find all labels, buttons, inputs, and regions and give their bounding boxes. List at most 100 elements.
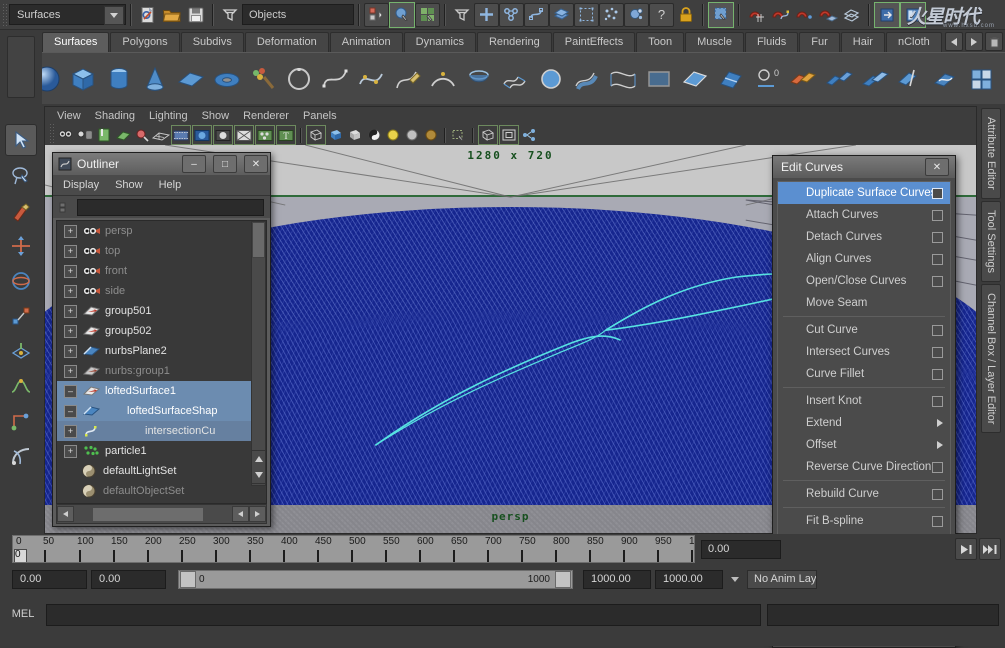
gate-mask-icon[interactable] — [213, 125, 233, 145]
save-scene-icon[interactable] — [184, 3, 208, 27]
smooth-shade-all-icon[interactable] — [327, 126, 345, 144]
anim-start-time-field[interactable]: 0.00 — [12, 570, 87, 589]
option-box-icon[interactable] — [932, 516, 943, 527]
outliner-row-side[interactable]: + side — [57, 281, 266, 301]
outliner-row-loftedsurface1[interactable]: – loftedSurface1 — [57, 381, 266, 401]
last-tool-used[interactable] — [6, 441, 36, 471]
smooth-shade-selected-icon[interactable] — [346, 126, 364, 144]
menu-item-duplicate-surface-curves[interactable]: Duplicate Surface Curves — [778, 182, 950, 204]
option-box-icon[interactable] — [932, 369, 943, 380]
mask-funnel-2-icon[interactable] — [450, 3, 474, 27]
viewport-menu-shading[interactable]: Shading — [95, 110, 135, 122]
menu-item-open-close-curves[interactable]: Open/Close Curves — [778, 270, 950, 292]
birail-icon[interactable] — [606, 62, 640, 96]
expander-icon[interactable]: + — [64, 365, 77, 378]
expander-icon[interactable]: + — [64, 225, 77, 238]
pencil-curve-tool-icon[interactable] — [390, 62, 424, 96]
shelf-tab-dynamics[interactable]: Dynamics — [404, 32, 476, 52]
outliner-row-group502[interactable]: + group502 — [57, 321, 266, 341]
outliner-row-intersectioncurve[interactable]: + intersectionCu — [57, 421, 266, 441]
two-d-pan-zoom-icon[interactable] — [133, 126, 151, 144]
option-box-icon[interactable] — [932, 210, 943, 221]
outliner-title-bar[interactable]: Outliner – □ ✕ — [53, 153, 270, 175]
outliner-row-nurbs-group1[interactable]: + nurbs:group1 — [57, 361, 266, 381]
camera-attributes-icon[interactable] — [76, 126, 94, 144]
expander-icon[interactable]: + — [64, 325, 77, 338]
outliner-scroll-steppers[interactable] — [251, 450, 266, 484]
select-by-object-type-icon[interactable] — [389, 2, 415, 28]
menu-item-move-seam[interactable]: Move Seam — [778, 292, 950, 314]
trim-tool-icon[interactable] — [966, 62, 1000, 96]
menu-item-reverse-curve-direction[interactable]: Reverse Curve Direction — [778, 456, 950, 478]
planar-icon[interactable] — [534, 62, 568, 96]
outliner-tree[interactable]: + persp + top + front + side + — [56, 220, 267, 504]
cv-curve-tool-icon[interactable] — [318, 62, 352, 96]
nurbs-torus-icon[interactable] — [210, 62, 244, 96]
menu-item-rebuild-curve[interactable]: Rebuild Curve — [778, 483, 950, 505]
viewport-menu-view[interactable]: View — [57, 110, 81, 122]
select-tool[interactable] — [5, 124, 37, 156]
hscroll-left-icon[interactable] — [57, 506, 74, 522]
current-frame-field[interactable]: 0.00 — [701, 540, 781, 559]
command-input[interactable] — [46, 604, 761, 626]
render-region-icon[interactable] — [499, 125, 519, 145]
revolve-icon[interactable] — [462, 62, 496, 96]
ep-curve-tool-icon[interactable] — [354, 62, 388, 96]
snap-to-view-plane-icon[interactable] — [840, 3, 864, 27]
shelf-tab-polygons[interactable]: Polygons — [110, 32, 179, 52]
lock-icon[interactable] — [674, 3, 698, 27]
nurbs-cube-icon[interactable] — [66, 62, 100, 96]
menu-item-insert-knot[interactable]: Insert Knot — [778, 390, 950, 412]
ipr-render-icon[interactable] — [478, 125, 498, 145]
expander-icon[interactable]: + — [64, 245, 77, 258]
safe-title-icon[interactable]: T — [276, 125, 296, 145]
menu-item-fit-b-spline[interactable]: Fit B-spline — [778, 510, 950, 532]
step-forward-key-button[interactable] — [979, 538, 1001, 560]
surfaces-mask-icon[interactable] — [549, 3, 574, 27]
viewport-menu-panels[interactable]: Panels — [303, 110, 337, 122]
shelf-tab-animation[interactable]: Animation — [330, 32, 403, 52]
snap-to-point-icon[interactable] — [792, 3, 816, 27]
safe-action-icon[interactable] — [255, 125, 275, 145]
viewport-menu-lighting[interactable]: Lighting — [149, 110, 188, 122]
universal-manipulator-tool[interactable] — [6, 336, 36, 366]
menu-item-intersect-curves[interactable]: Intersect Curves — [778, 341, 950, 363]
snap-to-plane-icon[interactable] — [816, 3, 840, 27]
expander-icon[interactable]: + — [64, 305, 77, 318]
option-box-icon[interactable] — [932, 396, 943, 407]
shelf-tab-subdivs[interactable]: Subdivs — [181, 32, 244, 52]
loft-icon[interactable] — [498, 62, 532, 96]
viewport-menu-renderer[interactable]: Renderer — [243, 110, 289, 122]
outliner-horizontal-scrollbar[interactable] — [56, 504, 267, 524]
nurbs-cone-icon[interactable] — [138, 62, 172, 96]
resolution-gate-icon[interactable] — [192, 125, 212, 145]
snap-to-grid-select-icon[interactable] — [708, 2, 734, 28]
isolate-select-icon[interactable] — [450, 126, 468, 144]
outliner-menu-display[interactable]: Display — [63, 179, 99, 191]
attribute-editor-tab[interactable]: Attribute Editor — [981, 108, 1001, 199]
outliner-row-loftedsurfaceshape[interactable]: – loftedSurfaceShap — [57, 401, 266, 421]
outliner-row-persp[interactable]: + persp — [57, 221, 266, 241]
menu-item-attach-curves[interactable]: Attach Curves — [778, 204, 950, 226]
tool-settings-tab[interactable]: Tool Settings — [981, 201, 1001, 282]
default-lighting-icon[interactable] — [403, 126, 421, 144]
misc-question-icon[interactable]: ? — [649, 3, 674, 27]
deformers-mask-icon[interactable] — [574, 3, 599, 27]
channel-box-tab[interactable]: Channel Box / Layer Editor — [981, 284, 1001, 433]
expander-icon[interactable]: – — [64, 385, 77, 398]
detach-surfaces-icon[interactable] — [822, 62, 856, 96]
outliner-row-nurbsplane2[interactable]: + nurbsPlane2 — [57, 341, 266, 361]
time-slider[interactable]: 0 50 100 150 200 250 300 350 400 450 500… — [12, 535, 695, 563]
outliner-hscroll-thumb[interactable] — [92, 507, 204, 522]
grid-toggle-icon[interactable] — [152, 126, 170, 144]
shelf-tab-toon[interactable]: Toon — [636, 32, 684, 52]
menu-item-curve-fillet[interactable]: Curve Fillet — [778, 363, 950, 385]
outliner-close-button[interactable]: ✕ — [244, 155, 268, 173]
outliner-row-group501[interactable]: + group501 — [57, 301, 266, 321]
go-to-end-button[interactable] — [955, 538, 977, 560]
outliner-row-particle1[interactable]: + particle1 — [57, 441, 266, 461]
outliner-row-defaultlightset[interactable]: defaultLightSet — [57, 461, 266, 481]
scroll-up-icon[interactable] — [252, 451, 265, 467]
menu-item-cut-curve[interactable]: Cut Curve — [778, 319, 950, 341]
option-box-icon[interactable] — [932, 347, 943, 358]
